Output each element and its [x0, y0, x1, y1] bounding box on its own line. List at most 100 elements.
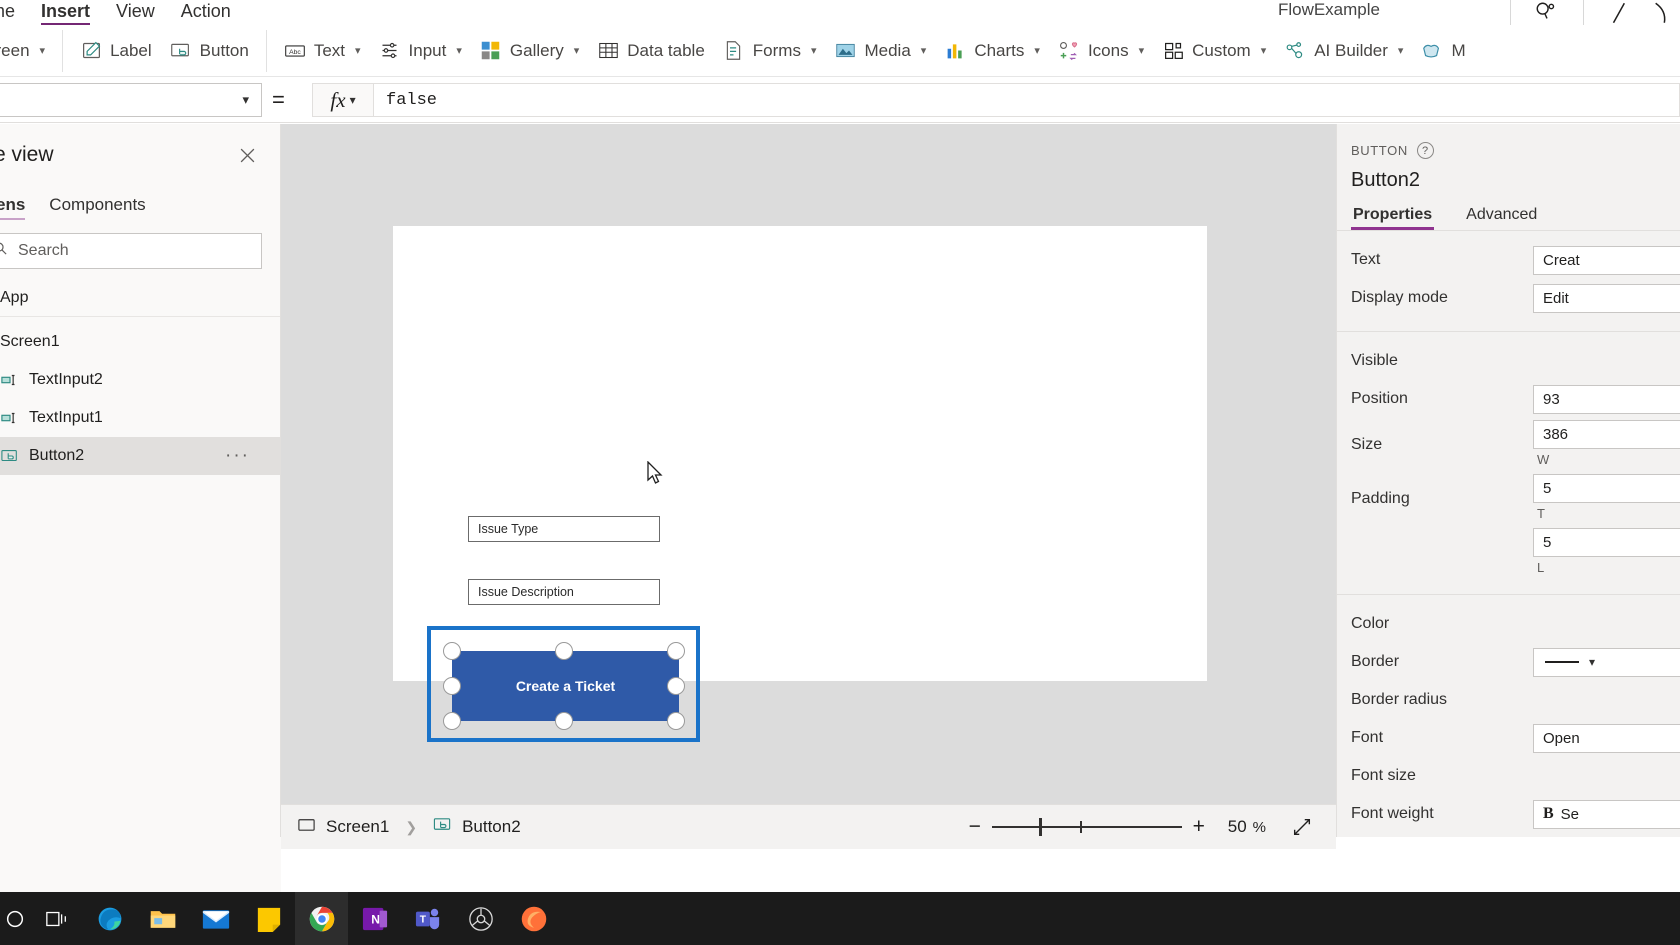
tree-item-textinput2[interactable]: TextInput2 — [0, 361, 280, 399]
edge-icon[interactable] — [83, 892, 136, 945]
ribbon-label: Media — [864, 41, 910, 61]
menu-item-home[interactable]: me — [0, 1, 28, 25]
task-view-icon[interactable] — [30, 892, 83, 945]
resize-handle-middle-left[interactable] — [443, 677, 461, 695]
property-value-border[interactable]: ▾ — [1533, 648, 1680, 677]
overflow-menu-icon[interactable]: ··· — [225, 445, 250, 467]
property-value-display-mode[interactable]: Edit — [1533, 284, 1680, 313]
ribbon-button-button[interactable]: Button — [161, 30, 258, 72]
tab-advanced[interactable]: Advanced — [1464, 206, 1539, 230]
zoom-slider[interactable] — [992, 810, 1182, 844]
menu-label: View — [116, 1, 155, 21]
mail-icon[interactable] — [189, 892, 242, 945]
custom-icon — [1162, 40, 1184, 62]
canvas-text-input-issue-description[interactable]: Issue Description — [468, 579, 660, 605]
app-screen-preview[interactable]: Issue Type Issue Description Create a Ti… — [393, 226, 1207, 681]
breadcrumb-button2[interactable]: Button2 — [417, 805, 537, 850]
button-icon — [433, 815, 452, 839]
close-icon[interactable] — [234, 142, 260, 168]
property-value-text[interactable]: Creat — [1533, 246, 1680, 275]
chevron-down-icon: ▾ — [1261, 44, 1267, 57]
property-value-font[interactable]: Open — [1533, 724, 1680, 753]
chevron-down-icon: ▾ — [350, 93, 356, 107]
chrome-icon[interactable] — [295, 892, 348, 945]
tab-components[interactable]: Components — [37, 195, 157, 220]
property-selector[interactable]: ▾ — [0, 83, 262, 117]
ribbon-custom-menu[interactable]: Custom ▾ — [1153, 30, 1275, 72]
firefox-icon[interactable] — [507, 892, 560, 945]
property-row-font-size: Font size — [1337, 757, 1680, 795]
ribbon-charts-menu[interactable]: Charts ▾ — [935, 30, 1049, 72]
ribbon-new-screen[interactable]: creen ▾ — [0, 30, 54, 72]
tree-item-label: App — [0, 289, 28, 307]
formula-input[interactable]: false — [374, 83, 1680, 117]
tab-screens[interactable]: ens — [0, 195, 37, 220]
divider — [1583, 0, 1584, 27]
fit-to-screen-icon[interactable] — [1284, 810, 1320, 844]
ribbon-label: AI Builder — [1314, 41, 1388, 61]
file-explorer-icon[interactable] — [136, 892, 189, 945]
start-cortana-icon[interactable] — [0, 892, 30, 945]
ribbon-ai-builder-menu[interactable]: AI Builder ▾ — [1275, 30, 1412, 72]
resize-handle-top-right[interactable] — [667, 642, 685, 660]
gallery-icon — [480, 40, 502, 62]
tree-item-app[interactable]: App — [0, 279, 280, 317]
breadcrumb-screen1[interactable]: Screen1 — [281, 805, 405, 850]
ribbon-label-button[interactable]: Label — [71, 30, 161, 72]
zoom-in-button[interactable]: + — [1182, 810, 1216, 844]
ribbon-gallery-menu[interactable]: Gallery ▾ — [471, 30, 588, 72]
teams-icon[interactable]: T — [401, 892, 454, 945]
tree-item-screen1[interactable]: Screen1 — [0, 323, 280, 361]
property-label: Color — [1351, 615, 1526, 633]
ribbon-input-menu[interactable]: Input ▾ — [370, 30, 471, 72]
property-row-position: Position 93 — [1337, 380, 1680, 418]
resize-handle-middle-right[interactable] — [667, 677, 685, 695]
resize-handle-bottom-center[interactable] — [555, 712, 573, 730]
tree-item-textinput1[interactable]: TextInput1 — [0, 399, 280, 437]
ribbon-data-table[interactable]: Data table — [588, 30, 714, 72]
canvas-button-create-ticket[interactable]: Create a Ticket — [452, 651, 679, 721]
resize-handle-bottom-right[interactable] — [667, 712, 685, 730]
property-value-position-x[interactable]: 93 — [1533, 385, 1680, 414]
sticky-notes-icon[interactable] — [242, 892, 295, 945]
screen-icon — [297, 815, 316, 839]
canvas-area[interactable]: Issue Type Issue Description Create a Ti… — [281, 124, 1336, 804]
property-value-padding-top[interactable]: 5 — [1533, 474, 1680, 503]
canvas-text-input-issue-type[interactable]: Issue Type — [468, 516, 660, 542]
property-label: Padding — [1351, 490, 1526, 508]
resize-handle-top-left[interactable] — [443, 642, 461, 660]
tree-item-button2[interactable]: Button2 ··· — [0, 437, 280, 475]
resize-handle-top-center[interactable] — [555, 642, 573, 660]
menu-item-insert[interactable]: Insert — [28, 1, 103, 25]
menu-item-action[interactable]: Action — [168, 1, 244, 25]
powerapps-studio-window: me Insert View Action FlowExample creen … — [0, 0, 1680, 945]
chevron-down-icon: ▾ — [574, 44, 580, 57]
ribbon-label: Data table — [627, 41, 705, 61]
ribbon-forms-menu[interactable]: Forms ▾ — [714, 30, 826, 72]
obs-icon[interactable] — [454, 892, 507, 945]
ribbon-media-menu[interactable]: Media ▾ — [825, 30, 935, 72]
tab-properties[interactable]: Properties — [1351, 206, 1434, 230]
zoom-out-button[interactable]: − — [958, 810, 992, 844]
menu-item-view[interactable]: View — [103, 1, 168, 25]
properties-section-general: Text Creat Display mode Edit — [1337, 230, 1680, 331]
property-value-width[interactable]: 386 — [1533, 420, 1680, 449]
property-value-padding-left[interactable]: 5 — [1533, 528, 1680, 557]
tree-header: e view — [0, 124, 280, 186]
property-value-font-weight[interactable]: B Se — [1533, 800, 1680, 829]
zoom-slider-thumb[interactable] — [1039, 818, 1042, 836]
media-image-icon — [834, 40, 856, 62]
onenote-icon[interactable]: N — [348, 892, 401, 945]
search-placeholder: Search — [18, 242, 69, 260]
ribbon-icons-menu[interactable]: Icons ▾ — [1049, 30, 1153, 72]
fx-button[interactable]: fx ▾ — [312, 83, 374, 117]
resize-handle-bottom-left[interactable] — [443, 712, 461, 730]
help-icon[interactable]: ? — [1417, 142, 1434, 159]
tab-label: ens — [0, 195, 25, 214]
selection-frame: Create a Ticket — [427, 626, 700, 742]
ribbon-mixed-reality-menu[interactable]: M — [1412, 30, 1474, 72]
ribbon-text-menu[interactable]: Abc Text ▾ — [275, 30, 370, 72]
search-input[interactable]: Search — [0, 233, 262, 269]
charts-icon — [944, 40, 966, 62]
breadcrumb-label: Button2 — [462, 817, 521, 837]
